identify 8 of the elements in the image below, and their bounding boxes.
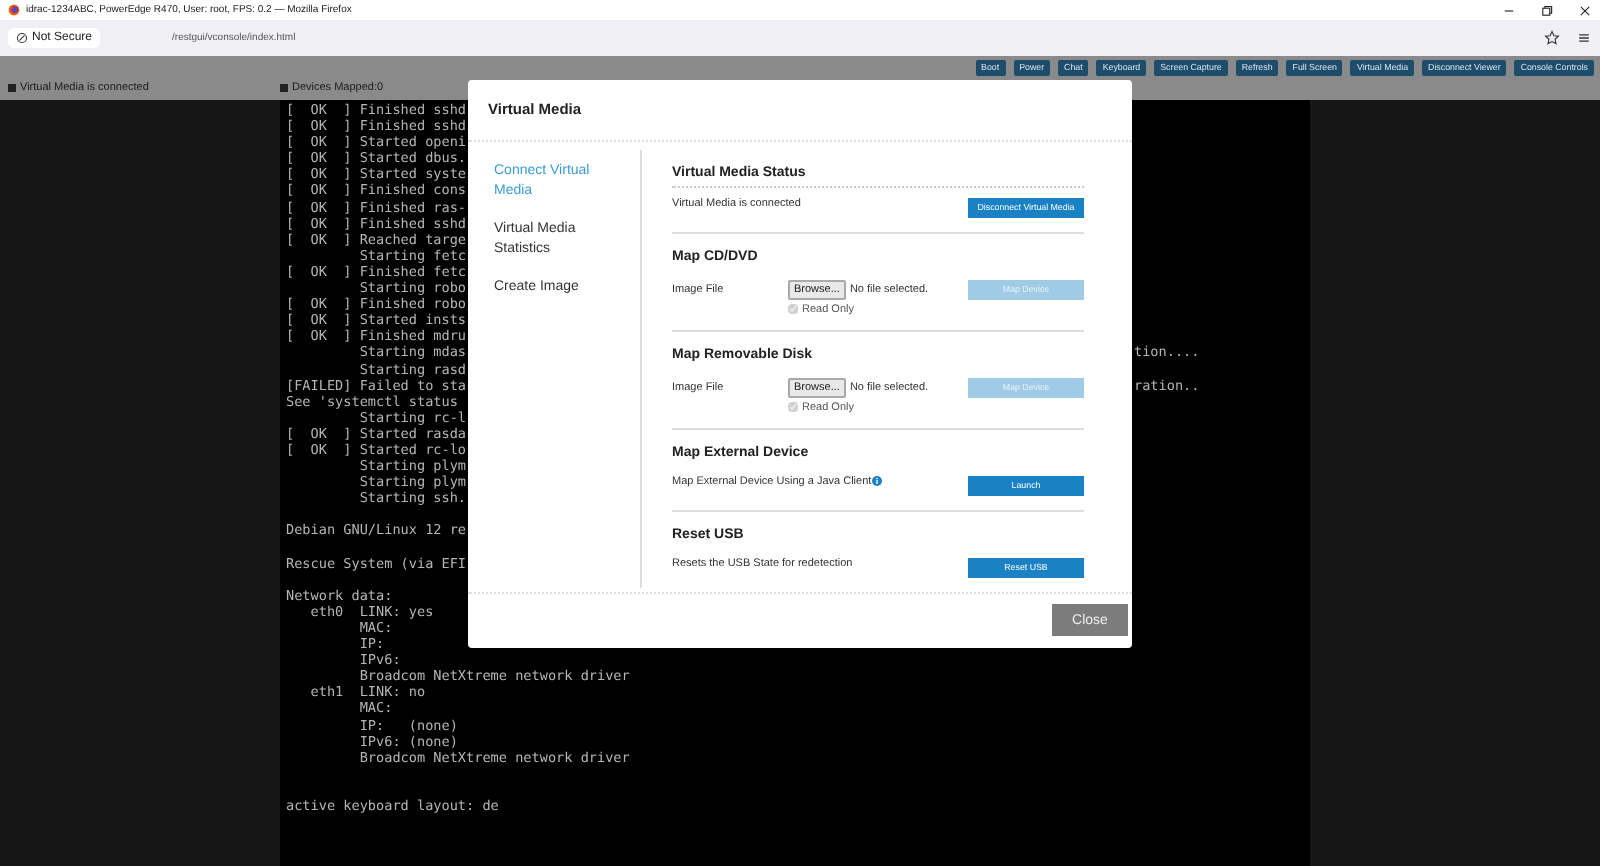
close-icon[interactable] — [1578, 3, 1592, 17]
star-icon[interactable] — [1544, 30, 1560, 46]
status-icon — [280, 84, 288, 92]
browser-logo-icon — [8, 4, 20, 16]
restore-icon[interactable] — [1540, 3, 1554, 17]
status-icon — [8, 84, 16, 92]
menu-icon[interactable] — [1576, 30, 1592, 46]
info-icon[interactable] — [871, 476, 882, 487]
